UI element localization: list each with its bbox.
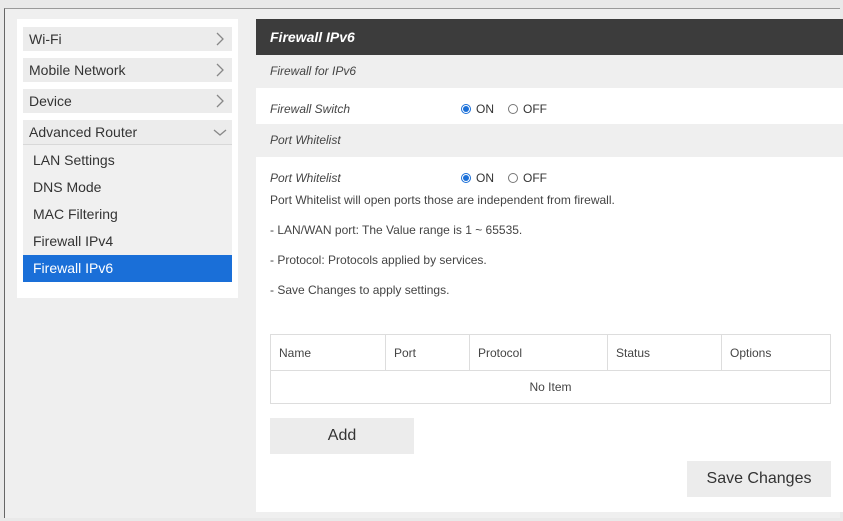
section-firewall-header: Firewall for IPv6 bbox=[256, 55, 843, 88]
whitelist-note: - Save Changes to apply settings. bbox=[270, 283, 450, 297]
firewall-switch-row: Firewall Switch ON OFF bbox=[256, 94, 843, 124]
radio-icon bbox=[461, 173, 471, 183]
radio-icon bbox=[461, 104, 471, 114]
add-button[interactable]: Add bbox=[270, 418, 414, 454]
main-panel: Firewall IPv6 Firewall for IPv6 Firewall… bbox=[256, 19, 843, 512]
column-header-port: Port bbox=[385, 334, 470, 371]
column-header-status: Status bbox=[607, 334, 722, 371]
table-row: No Item bbox=[270, 370, 831, 404]
radio-label: OFF bbox=[523, 102, 547, 116]
sidebar-item-label: Device bbox=[29, 93, 72, 109]
port-whitelist-on-radio[interactable]: ON bbox=[461, 163, 494, 193]
sidebar-subitem-firewall-ipv4[interactable]: Firewall IPv4 bbox=[23, 228, 232, 255]
firewall-switch-on-radio[interactable]: ON bbox=[461, 94, 494, 124]
firewall-switch-radios: ON OFF bbox=[461, 94, 561, 124]
sidebar-item-wifi[interactable]: Wi-Fi bbox=[23, 27, 232, 51]
sidebar: Wi-Fi Mobile Network Device Advanced Rou… bbox=[17, 19, 238, 298]
sidebar-item-mobile-network[interactable]: Mobile Network bbox=[23, 58, 232, 82]
radio-icon bbox=[508, 104, 518, 114]
chevron-right-icon bbox=[213, 27, 227, 51]
port-whitelist-off-radio[interactable]: OFF bbox=[508, 163, 547, 193]
sidebar-subitem-mac-filtering[interactable]: MAC Filtering bbox=[23, 201, 232, 228]
sidebar-subitem-lan-settings[interactable]: LAN Settings bbox=[23, 147, 232, 174]
sidebar-subitem-firewall-ipv6[interactable]: Firewall IPv6 bbox=[23, 255, 232, 282]
sidebar-item-label: Advanced Router bbox=[29, 124, 138, 140]
column-header-protocol: Protocol bbox=[469, 334, 608, 371]
whitelist-note: - Protocol: Protocols applied by service… bbox=[270, 253, 487, 267]
firewall-switch-off-radio[interactable]: OFF bbox=[508, 94, 547, 124]
sidebar-subitem-dns-mode[interactable]: DNS Mode bbox=[23, 174, 232, 201]
table-empty-message: No Item bbox=[270, 370, 831, 404]
save-changes-button[interactable]: Save Changes bbox=[687, 461, 831, 497]
chevron-down-icon bbox=[213, 120, 227, 144]
sidebar-item-label: Wi-Fi bbox=[29, 31, 62, 47]
port-whitelist-table: Name Port Protocol Status Options No Ite… bbox=[270, 334, 831, 404]
radio-label: ON bbox=[476, 171, 494, 185]
advanced-router-submenu: LAN Settings DNS Mode MAC Filtering Fire… bbox=[23, 144, 232, 282]
radio-label: ON bbox=[476, 102, 494, 116]
radio-icon bbox=[508, 173, 518, 183]
sidebar-item-device[interactable]: Device bbox=[23, 89, 232, 113]
chevron-right-icon bbox=[213, 58, 227, 82]
section-whitelist-header: Port Whitelist bbox=[256, 124, 843, 157]
port-whitelist-radios: ON OFF bbox=[461, 163, 561, 193]
sidebar-item-advanced-router[interactable]: Advanced Router bbox=[23, 120, 232, 144]
column-header-name: Name bbox=[270, 334, 386, 371]
chevron-right-icon bbox=[213, 89, 227, 113]
whitelist-note: - LAN/WAN port: The Value range is 1 ~ 6… bbox=[270, 223, 523, 237]
column-header-options: Options bbox=[721, 334, 831, 371]
page-title: Firewall IPv6 bbox=[256, 19, 843, 55]
port-whitelist-row: Port Whitelist ON OFF bbox=[256, 163, 843, 193]
sidebar-item-label: Mobile Network bbox=[29, 62, 126, 78]
firewall-switch-label: Firewall Switch bbox=[270, 102, 351, 116]
port-whitelist-label: Port Whitelist bbox=[270, 171, 341, 185]
radio-label: OFF bbox=[523, 171, 547, 185]
table-header-row: Name Port Protocol Status Options bbox=[270, 334, 831, 371]
